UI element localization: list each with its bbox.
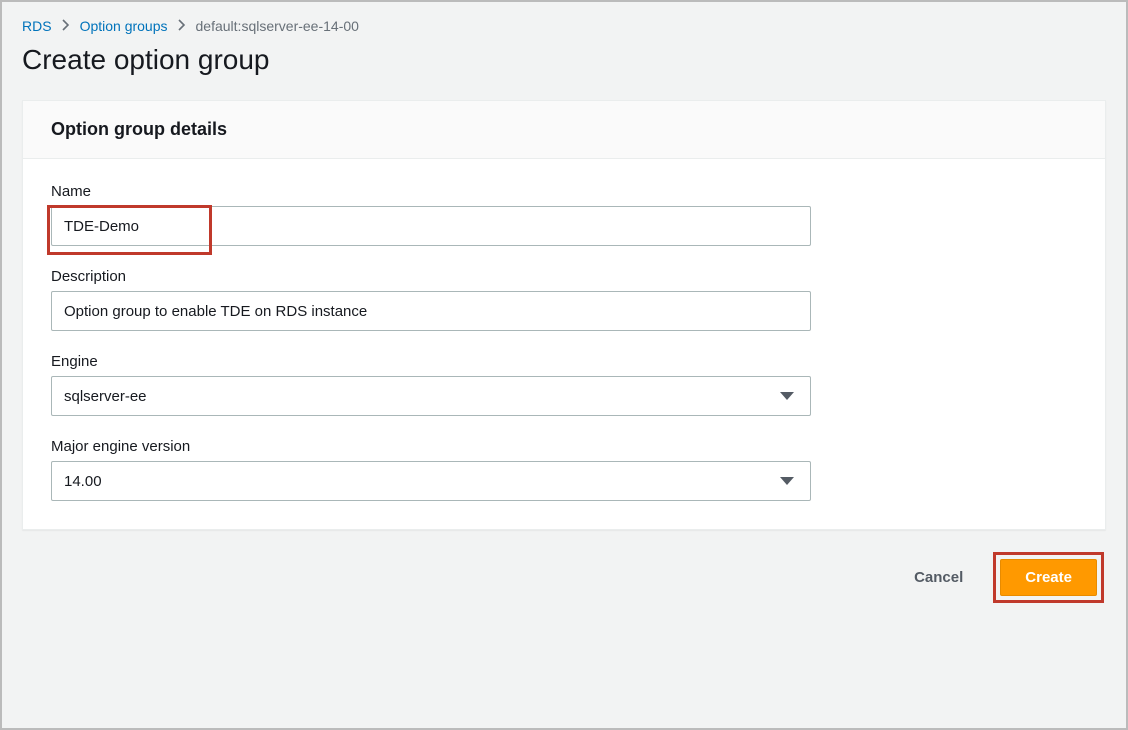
- major-engine-version-label: Major engine version: [51, 438, 1077, 455]
- breadcrumb-link-rds[interactable]: RDS: [22, 18, 52, 34]
- major-engine-version-value: 14.00: [64, 473, 780, 490]
- option-group-details-panel: Option group details Name Description En…: [22, 100, 1106, 530]
- major-engine-version-select[interactable]: 14.00: [51, 461, 811, 501]
- chevron-right-icon: [178, 18, 186, 34]
- highlight-create-button: Create: [993, 552, 1104, 603]
- panel-header: Option group details: [23, 101, 1105, 159]
- caret-down-icon: [780, 477, 794, 485]
- name-label: Name: [51, 183, 1077, 200]
- engine-label: Engine: [51, 353, 1077, 370]
- breadcrumb: RDS Option groups default:sqlserver-ee-1…: [22, 18, 1106, 34]
- chevron-right-icon: [62, 18, 70, 34]
- footer-actions: Cancel Create: [22, 552, 1106, 603]
- name-input[interactable]: [51, 206, 811, 246]
- page-title: Create option group: [22, 44, 1106, 76]
- description-input[interactable]: [51, 291, 811, 331]
- cancel-button[interactable]: Cancel: [908, 561, 969, 594]
- engine-select[interactable]: sqlserver-ee: [51, 376, 811, 416]
- create-button[interactable]: Create: [1000, 559, 1097, 596]
- panel-title: Option group details: [51, 119, 1077, 140]
- breadcrumb-link-option-groups[interactable]: Option groups: [80, 18, 168, 34]
- caret-down-icon: [780, 392, 794, 400]
- description-label: Description: [51, 268, 1077, 285]
- engine-select-value: sqlserver-ee: [64, 388, 780, 405]
- breadcrumb-current: default:sqlserver-ee-14-00: [196, 18, 359, 34]
